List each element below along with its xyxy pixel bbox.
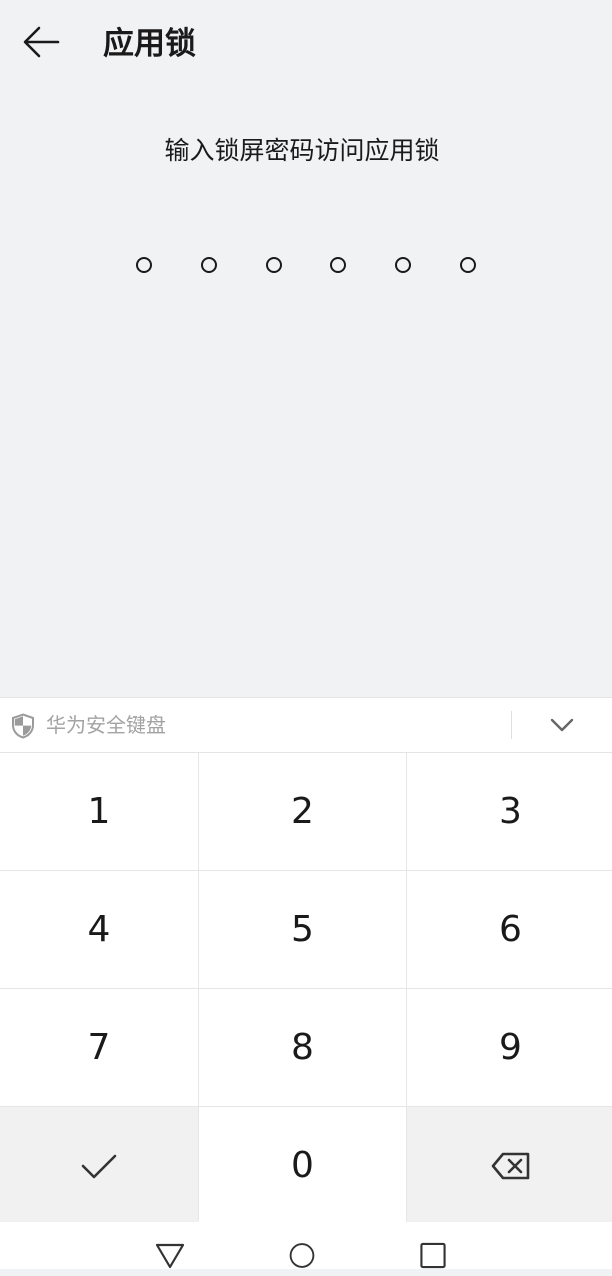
page-title: 应用锁 bbox=[103, 26, 196, 62]
arrow-left-icon bbox=[23, 26, 60, 58]
pin-dot bbox=[395, 257, 412, 273]
header: 应用锁 bbox=[0, 0, 612, 88]
checkmark-icon bbox=[81, 1154, 117, 1178]
pin-dot bbox=[136, 257, 152, 273]
circle-home-icon bbox=[289, 1243, 315, 1268]
key-6[interactable]: 6 bbox=[407, 871, 612, 988]
nav-recents-button[interactable] bbox=[416, 1242, 450, 1276]
pin-dot bbox=[459, 257, 476, 273]
delete-key[interactable] bbox=[407, 1107, 612, 1224]
confirm-key[interactable] bbox=[0, 1107, 198, 1224]
pin-dot bbox=[265, 257, 282, 273]
pin-dot bbox=[200, 257, 217, 273]
key-7[interactable]: 7 bbox=[0, 989, 198, 1106]
nav-back-button[interactable] bbox=[153, 1242, 187, 1276]
pin-dot bbox=[330, 257, 347, 273]
password-prompt: 输入锁屏密码访问应用锁 bbox=[164, 136, 440, 165]
key-0[interactable]: 0 bbox=[199, 1107, 406, 1224]
key-3[interactable]: 3 bbox=[407, 753, 612, 870]
square-recents-icon bbox=[420, 1242, 446, 1269]
pin-indicator bbox=[136, 254, 476, 278]
key-4[interactable]: 4 bbox=[0, 871, 198, 988]
backspace-icon bbox=[491, 1152, 529, 1179]
back-button[interactable] bbox=[22, 18, 82, 66]
nav-home-button[interactable] bbox=[285, 1242, 319, 1276]
shield-icon bbox=[12, 713, 34, 739]
triangle-back-icon bbox=[155, 1243, 185, 1269]
key-1[interactable]: 1 bbox=[0, 753, 198, 870]
toolbar-divider bbox=[511, 711, 512, 739]
key-8[interactable]: 8 bbox=[199, 989, 406, 1106]
numeric-keypad: 1 2 3 4 5 6 7 8 9 0 bbox=[0, 753, 612, 1224]
keyboard-brand-label: 华为安全键盘 bbox=[46, 713, 166, 737]
collapse-keyboard-button[interactable] bbox=[540, 708, 584, 742]
key-9[interactable]: 9 bbox=[407, 989, 612, 1106]
key-5[interactable]: 5 bbox=[199, 871, 406, 988]
keyboard-toolbar: 华为安全键盘 bbox=[0, 697, 612, 753]
chevron-down-icon bbox=[550, 718, 574, 732]
system-navbar bbox=[0, 1222, 612, 1269]
secure-keyboard: 华为安全键盘 1 2 3 4 5 6 7 8 9 0 bbox=[0, 697, 612, 1224]
key-2[interactable]: 2 bbox=[199, 753, 406, 870]
